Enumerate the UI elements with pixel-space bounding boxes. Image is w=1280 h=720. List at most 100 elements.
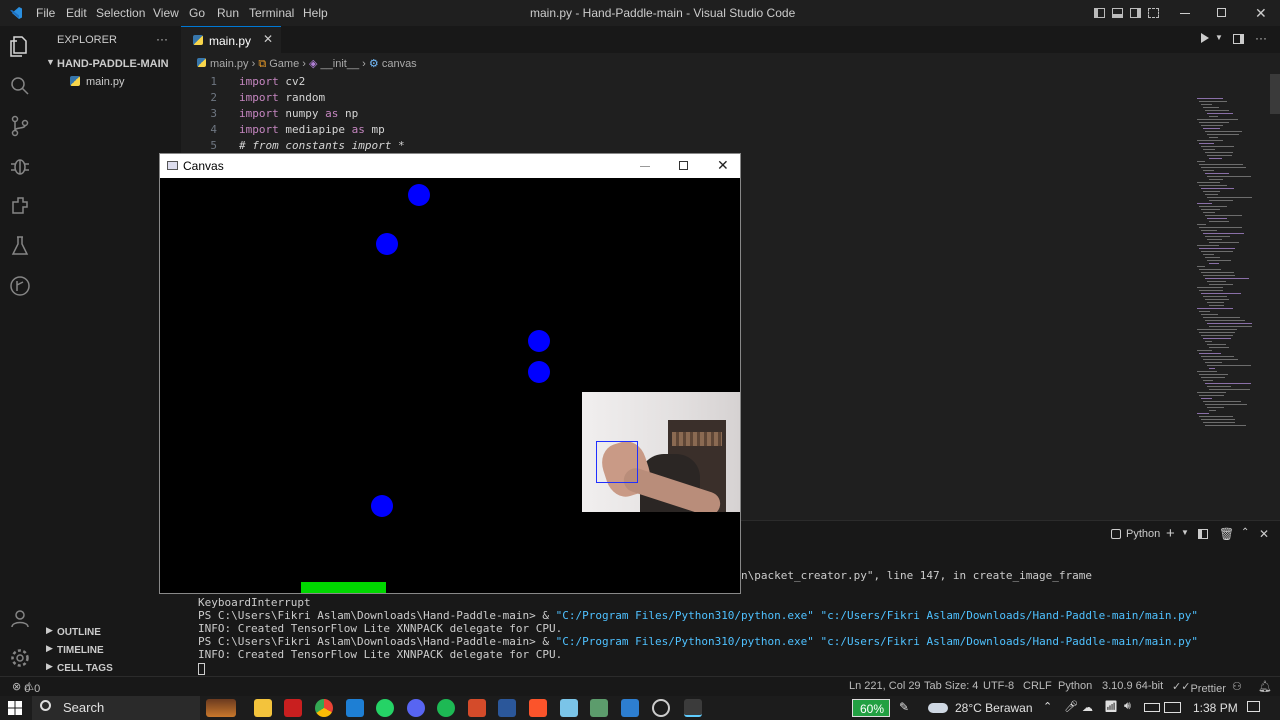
breadcrumb-class[interactable]: Game: [269, 58, 299, 70]
customize-layout-icon[interactable]: [1148, 8, 1159, 18]
file-explorer-icon[interactable]: [254, 699, 272, 717]
tray-chevron-icon[interactable]: ⌃: [1043, 700, 1052, 713]
menu-terminal[interactable]: Terminal: [249, 6, 294, 20]
menu-go[interactable]: Go: [189, 6, 205, 20]
prettier-status[interactable]: ✓✓ Prettier: [1172, 680, 1226, 695]
taskbar-search[interactable]: Search: [32, 696, 200, 720]
chrome-icon[interactable]: [315, 699, 333, 717]
split-terminal-icon[interactable]: [1198, 529, 1208, 539]
trash-icon[interactable]: 🗑: [1219, 527, 1234, 541]
battery-indicator[interactable]: 60%: [852, 699, 890, 717]
git-graph-icon[interactable]: [8, 274, 32, 298]
python-taskbar-icon[interactable]: [684, 699, 702, 717]
editor-scrollbar[interactable]: [1270, 74, 1280, 114]
explorer-icon[interactable]: [8, 34, 32, 58]
testing-icon[interactable]: [8, 234, 32, 258]
breadcrumb-file[interactable]: main.py: [210, 58, 249, 70]
menu-file[interactable]: File: [36, 6, 55, 20]
notifications-icon[interactable]: 🔔︎: [1258, 680, 1272, 693]
menu-view[interactable]: View: [153, 6, 179, 20]
outline-section[interactable]: ▶ OUTLINE: [40, 624, 181, 642]
cell-tags-section[interactable]: ▶ CELL TAGS: [40, 660, 181, 676]
maximize-icon[interactable]: [679, 161, 688, 170]
minimap-line: [1209, 263, 1219, 264]
language-mode[interactable]: Python: [1058, 680, 1092, 692]
close-icon[interactable]: ✕: [717, 157, 729, 174]
cursor-position[interactable]: Ln 221, Col 29: [849, 680, 921, 692]
vscode-taskbar-icon[interactable]: [346, 699, 364, 717]
brave-icon[interactable]: [529, 699, 547, 717]
discord-icon[interactable]: [407, 699, 425, 717]
minimap-line: [1205, 383, 1251, 384]
app-icon[interactable]: [468, 699, 486, 717]
word-icon[interactable]: [498, 699, 516, 717]
canvas-window-titlebar[interactable]: Canvas ✕: [160, 154, 740, 178]
python-interpreter[interactable]: 3.10.9 64-bit: [1102, 680, 1163, 692]
microphone-icon[interactable]: 🎤︎: [1064, 700, 1078, 713]
run-python-icon[interactable]: [1201, 33, 1209, 43]
windows-start-icon[interactable]: [8, 701, 22, 715]
accounts-icon[interactable]: [8, 606, 32, 630]
toggle-secondary-sidebar-icon[interactable]: [1130, 8, 1141, 18]
problems-indicator[interactable]: ⊗ 0 ⚠ 0: [12, 680, 40, 695]
chevron-down-icon[interactable]: ▼: [1181, 528, 1189, 537]
whatsapp-icon[interactable]: [376, 699, 394, 717]
minimap-line: [1201, 167, 1246, 168]
terminal-cursor[interactable]: [198, 663, 205, 675]
notification-center-icon[interactable]: [1247, 701, 1260, 712]
minimap[interactable]: [1193, 74, 1273, 434]
file-row-main-py[interactable]: main.py: [40, 73, 181, 91]
breadcrumb-method[interactable]: __init__: [321, 58, 360, 70]
keyboard-icon[interactable]: [1164, 702, 1181, 713]
menu-edit[interactable]: Edit: [66, 6, 87, 20]
tab-close-icon[interactable]: ✕: [263, 32, 273, 46]
pen-icon[interactable]: ✎: [899, 700, 909, 714]
search-icon[interactable]: [8, 74, 32, 98]
maximize-icon[interactable]: [1217, 8, 1226, 17]
chevron-down-icon[interactable]: ▼: [1215, 33, 1223, 42]
recorder-icon[interactable]: [284, 699, 302, 717]
minimize-icon[interactable]: [640, 166, 650, 167]
onedrive-icon[interactable]: ☁: [1082, 701, 1093, 714]
new-terminal-icon[interactable]: +: [1166, 525, 1175, 542]
spotify-icon[interactable]: [437, 699, 455, 717]
menu-run[interactable]: Run: [217, 6, 239, 20]
battery-icon[interactable]: [1144, 703, 1160, 712]
toggle-panel-icon[interactable]: [1112, 8, 1123, 18]
minimap-line: [1199, 185, 1227, 186]
extensions-icon[interactable]: [8, 194, 32, 218]
weather-text[interactable]: 28°C Berawan: [955, 701, 1033, 715]
encoding[interactable]: UTF-8: [983, 680, 1014, 692]
chevron-up-icon[interactable]: ⌃: [1241, 527, 1249, 538]
tool-icon[interactable]: [590, 699, 608, 717]
notepad-icon[interactable]: [560, 699, 578, 717]
village-icon[interactable]: [206, 699, 236, 717]
mail-icon[interactable]: [621, 699, 639, 717]
timeline-section[interactable]: ▶ TIMELINE: [40, 642, 181, 660]
close-panel-icon[interactable]: ✕: [1259, 527, 1269, 541]
toggle-sidebar-icon[interactable]: [1094, 8, 1105, 18]
run-debug-icon[interactable]: [8, 154, 32, 178]
terminal-name[interactable]: Python: [1126, 528, 1160, 540]
menu-selection[interactable]: Selection: [96, 6, 145, 20]
manage-gear-icon[interactable]: [8, 646, 32, 670]
wifi-icon[interactable]: 📶︎: [1104, 700, 1118, 713]
volume-icon[interactable]: 🔊︎: [1124, 700, 1131, 713]
feedback-icon[interactable]: ⚇: [1232, 680, 1242, 693]
line-ending[interactable]: CRLF: [1023, 680, 1052, 692]
explorer-more-button[interactable]: ···: [156, 32, 168, 46]
breadcrumb-field[interactable]: canvas: [382, 58, 417, 70]
tab-size[interactable]: Tab Size: 4: [924, 680, 978, 692]
minimize-icon[interactable]: [1180, 13, 1190, 14]
tab-main-py[interactable]: main.py ✕: [181, 26, 281, 53]
menu-help[interactable]: Help: [303, 6, 328, 20]
settings-gear-icon[interactable]: [652, 699, 670, 717]
close-icon[interactable]: ✕: [1255, 5, 1267, 22]
canvas-window[interactable]: Canvas ✕: [159, 153, 741, 594]
folder-row[interactable]: ▼ HAND-PADDLE-MAIN: [40, 55, 181, 73]
more-actions-icon[interactable]: ···: [1255, 31, 1267, 45]
source-control-icon[interactable]: [8, 114, 32, 138]
clock[interactable]: 1:38 PM: [1193, 701, 1238, 715]
weather-cloud-icon[interactable]: [928, 703, 948, 713]
split-editor-icon[interactable]: [1233, 34, 1244, 44]
